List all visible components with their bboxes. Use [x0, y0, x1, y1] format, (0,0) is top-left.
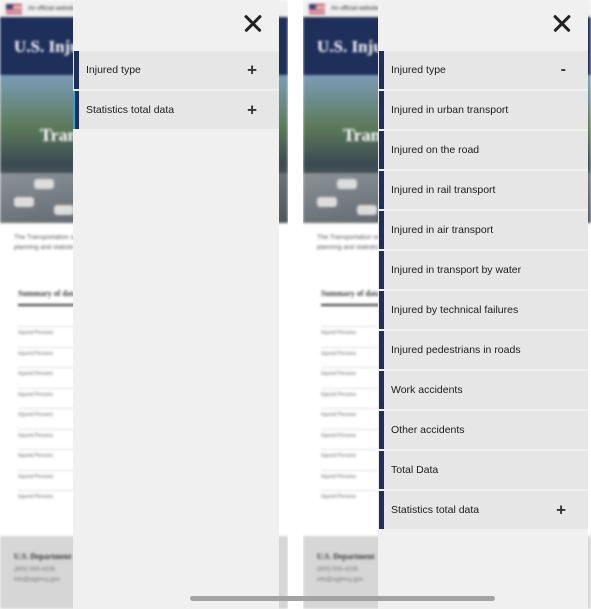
car-image — [54, 205, 74, 215]
menu-list: Injured type + Statistics total data + — [73, 51, 279, 131]
menu-item-label: Total Data — [391, 464, 439, 476]
collapse-minus-icon[interactable]: - — [561, 62, 566, 78]
menu-item-label: Injured type — [86, 64, 141, 76]
menu-item-label: Injured pedestrians in roads — [391, 344, 521, 356]
submenu-item-other-accidents[interactable]: Other accidents — [378, 411, 588, 449]
car-image — [357, 205, 377, 215]
submenu-item-urban-transport[interactable]: Injured in urban transport — [378, 91, 588, 129]
menu-item-label: Injured by technical failures — [391, 304, 519, 316]
submenu-item-on-the-road[interactable]: Injured on the road — [378, 131, 588, 169]
menu-item-label: Injured in rail transport — [391, 184, 496, 196]
menu-item-label: Injured in air transport — [391, 224, 494, 236]
submenu-item-technical-failures[interactable]: Injured by technical failures — [378, 291, 588, 329]
menu-item-label: Injured on the road — [391, 144, 480, 156]
right-screen: An official website of the United States… — [303, 0, 591, 609]
menu-item-label: Injured type — [391, 64, 446, 76]
divider — [18, 304, 78, 306]
expand-plus-icon[interactable]: + — [556, 502, 566, 519]
car-image — [317, 197, 337, 207]
close-icon[interactable] — [241, 12, 265, 36]
expand-plus-icon[interactable]: + — [247, 62, 257, 79]
us-flag-icon — [309, 3, 325, 14]
menu-item-label: Other accidents — [391, 424, 465, 436]
submenu-item-work-accidents[interactable]: Work accidents — [378, 371, 588, 409]
menu-item-label: Injured in transport by water — [391, 264, 522, 276]
menu-list: Injured type - Injured in urban transpor… — [378, 51, 588, 531]
menu-item-label: Work accidents — [391, 384, 463, 396]
menu-drawer: Injured type + Statistics total data + — [73, 0, 279, 609]
menu-item-label: Statistics total data — [86, 104, 175, 116]
left-screen: An official website of the United States… — [0, 0, 288, 609]
menu-drawer: Injured type - Injured in urban transpor… — [378, 0, 588, 609]
divider — [321, 304, 381, 306]
car-image — [14, 197, 34, 207]
menu-item-statistics-total-data[interactable]: Statistics total data + — [378, 491, 588, 529]
home-indicator[interactable] — [190, 596, 495, 601]
submenu-item-pedestrians[interactable]: Injured pedestrians in roads — [378, 331, 588, 369]
submenu-item-total-data[interactable]: Total Data — [378, 451, 588, 489]
submenu-item-air-transport[interactable]: Injured in air transport — [378, 211, 588, 249]
expand-plus-icon[interactable]: + — [247, 102, 257, 119]
menu-item-label: Statistics total data — [391, 504, 480, 516]
menu-item-injured-type[interactable]: Injured type - — [378, 51, 588, 89]
submenu-item-rail-transport[interactable]: Injured in rail transport — [378, 171, 588, 209]
menu-item-label: Injured in urban transport — [391, 104, 509, 116]
car-image — [34, 179, 54, 189]
menu-item-statistics-total-data[interactable]: Statistics total data + — [73, 91, 279, 129]
us-flag-icon — [6, 3, 22, 14]
car-image — [337, 179, 357, 189]
close-icon[interactable] — [550, 12, 574, 36]
menu-item-injured-type[interactable]: Injured type + — [73, 51, 279, 89]
submenu-item-transport-by-water[interactable]: Injured in transport by water — [378, 251, 588, 289]
